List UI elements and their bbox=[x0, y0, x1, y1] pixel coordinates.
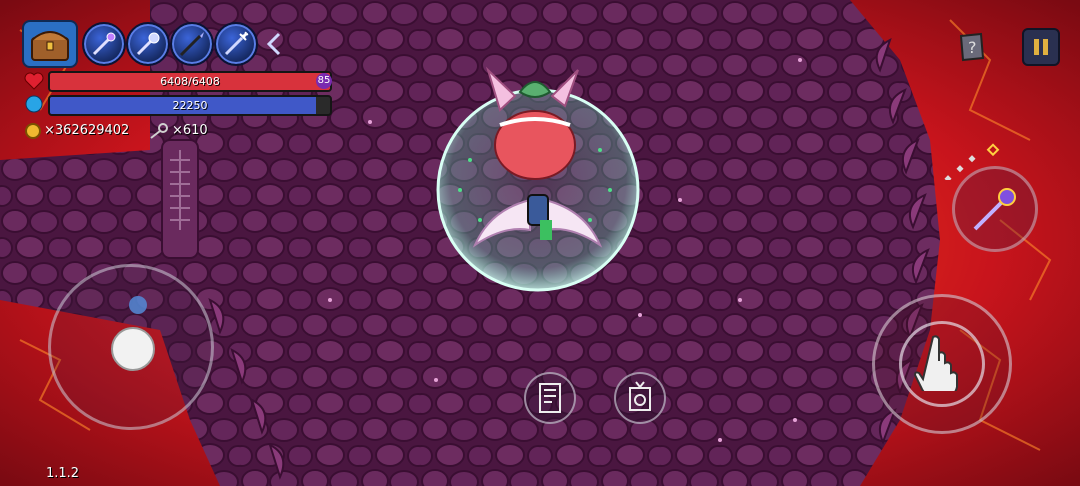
movement-joystick[interactable] bbox=[48, 264, 214, 430]
trident-icon bbox=[224, 31, 249, 56]
skill-slot-1[interactable] bbox=[82, 22, 126, 66]
staff-icon bbox=[92, 32, 116, 56]
heart-icon bbox=[24, 72, 44, 90]
shrine-button[interactable] bbox=[614, 372, 666, 424]
shield-badge: 85 bbox=[316, 73, 332, 89]
document-button[interactable] bbox=[524, 372, 576, 424]
inventory-chest-button[interactable] bbox=[22, 20, 78, 68]
mace-icon bbox=[136, 32, 160, 56]
skill-slot-2[interactable] bbox=[126, 22, 170, 66]
mana-icon bbox=[25, 95, 43, 113]
game-screen: 6408/6408 85 22250 ×362629402 ×610 ? 1.1… bbox=[0, 0, 1080, 486]
key-icon bbox=[150, 123, 168, 139]
mace-icon bbox=[973, 188, 1016, 231]
skill-slot-3[interactable] bbox=[170, 22, 214, 66]
health-bar: 6408/6408 bbox=[48, 71, 332, 92]
coin-count: ×362629402 bbox=[44, 123, 130, 138]
skill-slot-4[interactable] bbox=[214, 22, 258, 66]
spear-icon bbox=[179, 32, 204, 57]
chevron-left-icon bbox=[266, 32, 281, 56]
document-icon bbox=[539, 383, 561, 413]
key-count: ×610 bbox=[172, 123, 208, 138]
help-book-icon: ? bbox=[959, 32, 985, 62]
health-text: 6408/6408 bbox=[160, 75, 220, 88]
mana-bar: 22250 bbox=[48, 95, 332, 116]
coin-icon bbox=[25, 123, 41, 139]
svg-text:?: ? bbox=[968, 38, 977, 57]
attack-button[interactable] bbox=[872, 294, 1012, 434]
pause-button[interactable] bbox=[1022, 28, 1060, 66]
pause-icon bbox=[1034, 39, 1048, 55]
hand-pointer-icon bbox=[913, 335, 958, 391]
version-label: 1.1.2 bbox=[46, 466, 80, 481]
shrine-icon bbox=[629, 381, 651, 411]
collapse-skills-button[interactable] bbox=[264, 30, 284, 58]
treasure-chest-icon bbox=[31, 31, 69, 61]
weapon-indicator-dots bbox=[944, 143, 1000, 180]
joystick-knob[interactable] bbox=[111, 327, 155, 371]
help-button[interactable]: ? bbox=[955, 30, 989, 64]
mana-text: 22250 bbox=[172, 99, 208, 112]
